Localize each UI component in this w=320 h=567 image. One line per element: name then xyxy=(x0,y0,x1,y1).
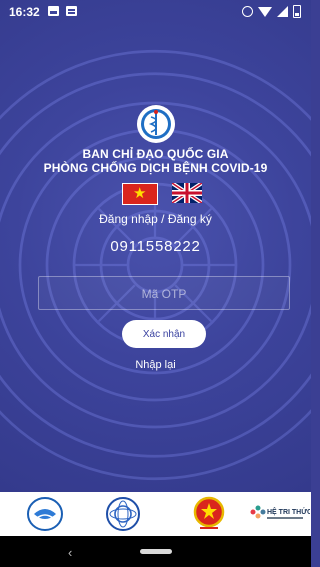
image-icon xyxy=(48,6,59,16)
partner-logo-2 xyxy=(106,497,140,531)
partner-logos-bar: HỆ TRI THỨC xyxy=(0,492,311,536)
message-icon xyxy=(66,6,77,16)
national-emblem-logo xyxy=(193,496,225,529)
alarm-icon xyxy=(242,6,253,17)
reenter-link[interactable]: Nhập lại xyxy=(0,359,311,371)
home-icon[interactable] xyxy=(140,549,172,554)
status-time: 16:32 xyxy=(9,5,40,19)
knowledge-system-text: HỆ TRI THỨC xyxy=(267,507,310,516)
partner-logo-1 xyxy=(27,497,63,531)
system-navigation-bar: ‹ xyxy=(0,536,311,567)
back-icon[interactable]: ‹ xyxy=(68,545,72,560)
battery-icon xyxy=(293,5,301,18)
login-register-label: Đăng nhập / Đăng ký xyxy=(99,212,212,226)
star-icon: ★ xyxy=(133,185,147,202)
otp-input[interactable]: Mã OTP xyxy=(38,276,290,310)
phone-number: 0911558222 xyxy=(110,238,201,255)
knowledge-system-logo: HỆ TRI THỨC xyxy=(250,505,310,519)
wifi-icon xyxy=(258,6,272,17)
confirm-button[interactable]: Xác nhận xyxy=(122,320,206,348)
health-ministry-logo xyxy=(137,105,175,143)
signal-icon xyxy=(277,6,288,17)
uk-flag-button[interactable] xyxy=(172,183,202,203)
status-bar: 16:32 xyxy=(0,0,311,24)
org-title-line1: BAN CHỈ ĐẠO QUỐC GIA xyxy=(82,147,229,161)
org-title-line2: PHÒNG CHỐNG DỊCH BỆNH COVID-19 xyxy=(43,161,268,175)
vietnamese-flag-button[interactable]: ★ xyxy=(122,183,158,205)
